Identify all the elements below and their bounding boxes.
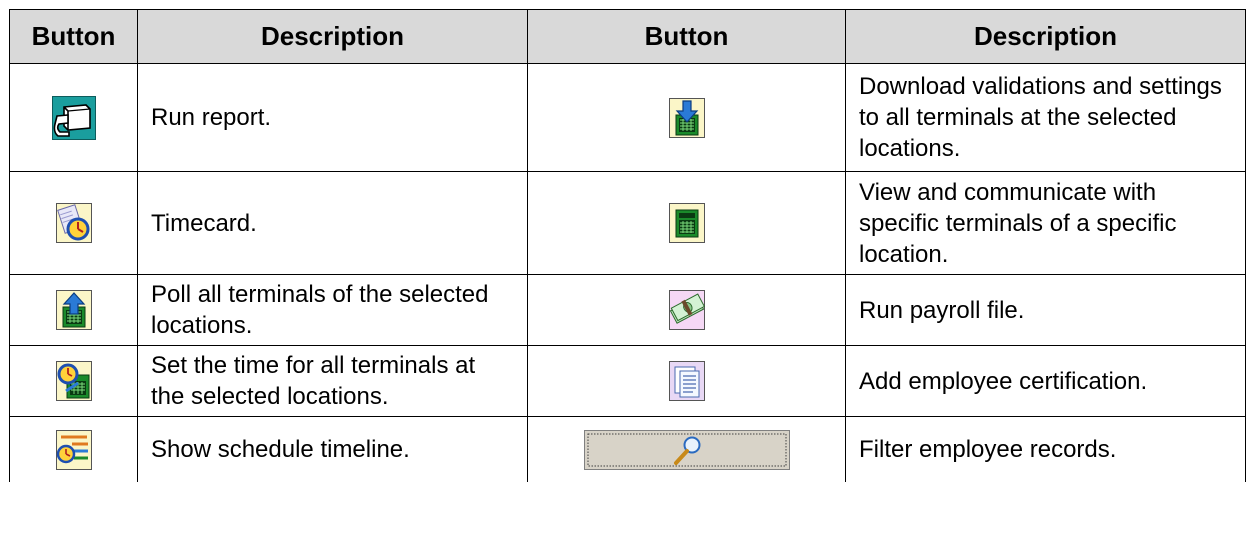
poll-upload-terminal-icon[interactable] — [55, 290, 92, 330]
download-terminal-icon[interactable] — [668, 97, 705, 138]
header-description-right: Description — [845, 9, 1246, 64]
header-row: Button Description Button Description — [9, 9, 1246, 64]
description-cell: Timecard. — [137, 171, 528, 275]
printer-report-icon[interactable] — [51, 95, 96, 140]
description-cell: Poll all terminals of the selected locat… — [137, 274, 528, 346]
icon-cell — [527, 171, 846, 275]
timecard-clock-icon[interactable] — [55, 203, 92, 243]
header-button-right: Button — [527, 9, 846, 64]
icon-cell — [9, 416, 138, 482]
description-cell: Download validations and settings to all… — [845, 63, 1246, 172]
icon-cell — [9, 345, 138, 417]
icon-cell — [9, 171, 138, 275]
icon-cell — [527, 416, 846, 482]
icon-cell — [527, 63, 846, 172]
description-cell: Filter employee records. — [845, 416, 1246, 482]
icon-cell — [9, 63, 138, 172]
table-row: Poll all terminals of the selected locat… — [9, 274, 1246, 346]
certification-document-icon[interactable] — [668, 361, 705, 401]
table-row: Set the time for all terminals at the se… — [9, 345, 1246, 417]
description-cell: View and communicate with specific termi… — [845, 171, 1246, 275]
table-row: Run report. Download validations and set… — [9, 63, 1246, 172]
description-cell: Add employee certification. — [845, 345, 1246, 417]
header-description-left: Description — [137, 9, 528, 64]
description-cell: Run payroll file. — [845, 274, 1246, 346]
magnifier-filter-icon[interactable] — [583, 429, 790, 470]
schedule-timeline-icon[interactable] — [55, 429, 92, 470]
icon-cell — [527, 274, 846, 346]
description-cell: Set the time for all terminals at the se… — [137, 345, 528, 417]
table-row: Timecard. View and communicate with spec… — [9, 171, 1246, 275]
set-time-clock-terminal-icon[interactable] — [55, 361, 92, 401]
payroll-money-icon[interactable] — [668, 290, 705, 330]
icon-cell — [9, 274, 138, 346]
button-description-table: Button Description Button Description Ru… — [9, 9, 1246, 482]
header-button-left: Button — [9, 9, 138, 64]
description-cell: Show schedule timeline. — [137, 416, 528, 482]
icon-cell — [527, 345, 846, 417]
description-cell: Run report. — [137, 63, 528, 172]
table-row: Show schedule timeline. Filter employee … — [9, 416, 1246, 482]
terminal-calculator-icon[interactable] — [668, 203, 705, 243]
